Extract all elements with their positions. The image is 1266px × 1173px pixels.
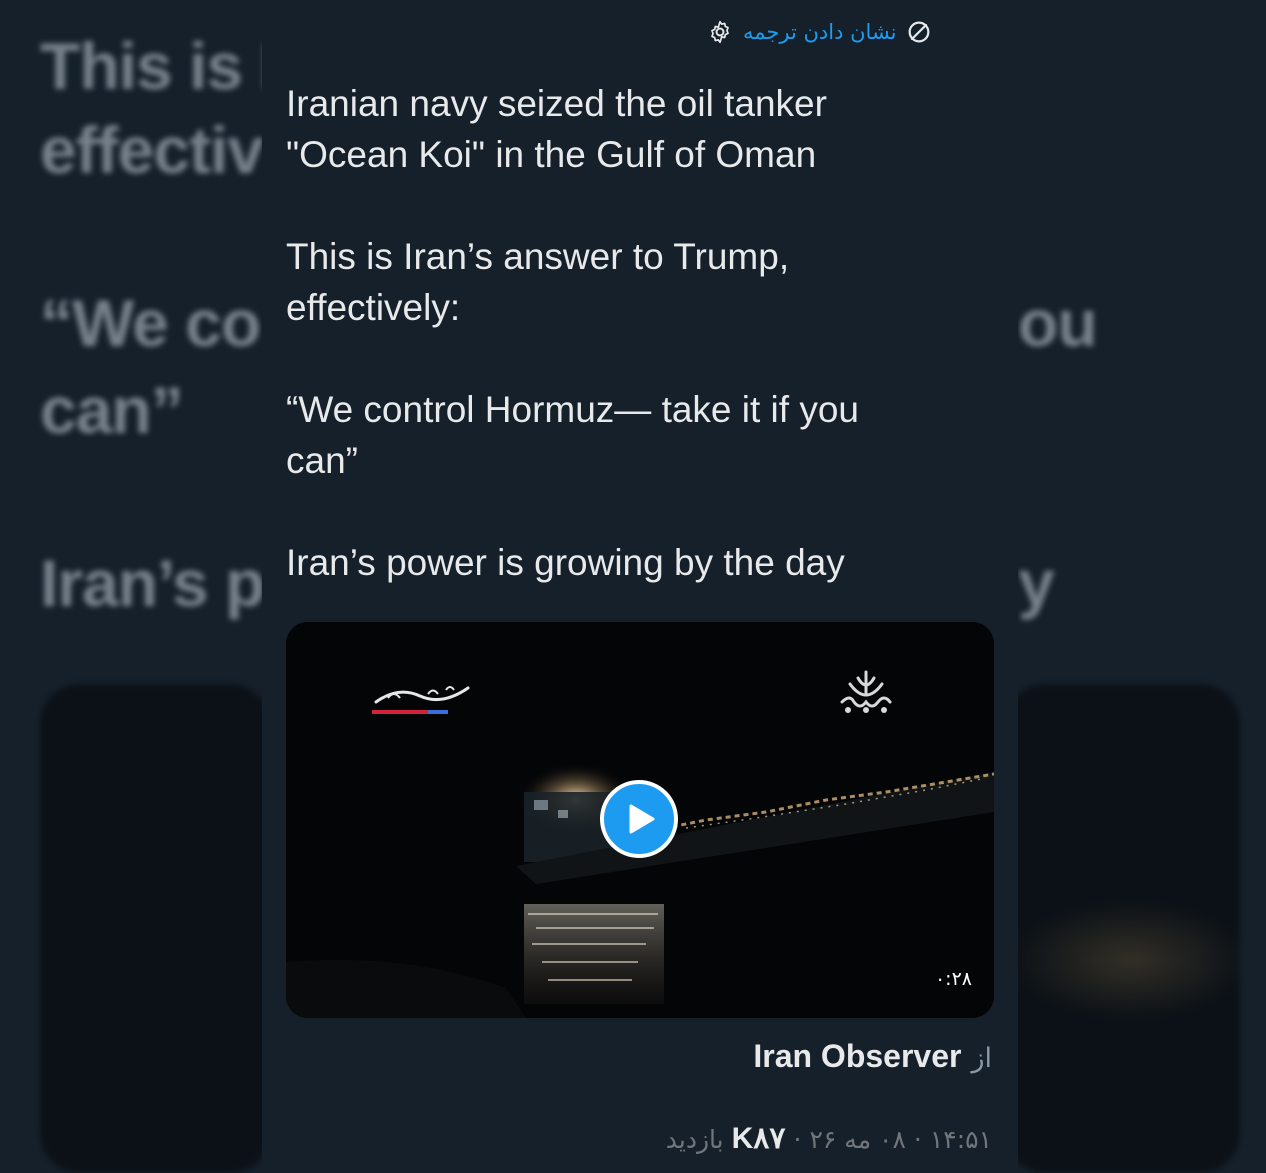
translate-globe-icon <box>905 18 933 46</box>
background-line: can” <box>40 373 184 447</box>
source-attribution[interactable]: Iran Observer از <box>753 1038 992 1075</box>
background-line: “We co <box>40 286 261 360</box>
background-line: This is I <box>40 29 278 103</box>
gear-icon[interactable] <box>707 19 733 45</box>
background-line: ou <box>1018 286 1098 360</box>
background-glow <box>1010 900 1250 1020</box>
video-duration: ۰:۲۸ <box>934 968 972 990</box>
tweet-time[interactable]: ۱۴:۵۱ <box>930 1125 992 1154</box>
translate-row: نشان دادن ترجمه <box>707 14 933 50</box>
tweet-panel: نشان دادن ترجمه Iranian navy seized the … <box>262 0 1018 1173</box>
play-button[interactable] <box>600 780 678 858</box>
play-icon <box>629 804 655 834</box>
news-agency-logo <box>368 680 478 720</box>
tweet-text: Iranian navy seized the oil tanker "Ocea… <box>286 83 859 583</box>
background-line: Iran’s p <box>40 546 265 620</box>
iribb-emblem <box>836 668 896 720</box>
meta-separator: · <box>793 1125 802 1154</box>
source-prefix: از <box>971 1043 992 1074</box>
views-label: بازدید <box>665 1125 724 1154</box>
views-count: K۸۷ <box>731 1122 786 1155</box>
show-translation-label: نشان دادن ترجمه <box>743 20 897 44</box>
screen: This is I effectiv “We co ou can” Iran’s… <box>0 0 1266 1173</box>
background-line: y <box>1018 546 1055 620</box>
tweet-date[interactable]: ۰۸ مه ۲۶ <box>809 1125 905 1154</box>
tweet-meta: بازدید K۸۷ · ۰۸ مه ۲۶ · ۱۴:۵۱ <box>666 1121 992 1156</box>
meta-separator: · <box>913 1125 922 1154</box>
show-translation-link[interactable]: نشان دادن ترجمه <box>743 18 933 46</box>
video-player[interactable]: ۰:۲۸ <box>286 622 994 1018</box>
background-line: effectiv <box>40 113 264 187</box>
background-media-left <box>40 684 270 1173</box>
source-account-name[interactable]: Iran Observer <box>753 1038 961 1075</box>
